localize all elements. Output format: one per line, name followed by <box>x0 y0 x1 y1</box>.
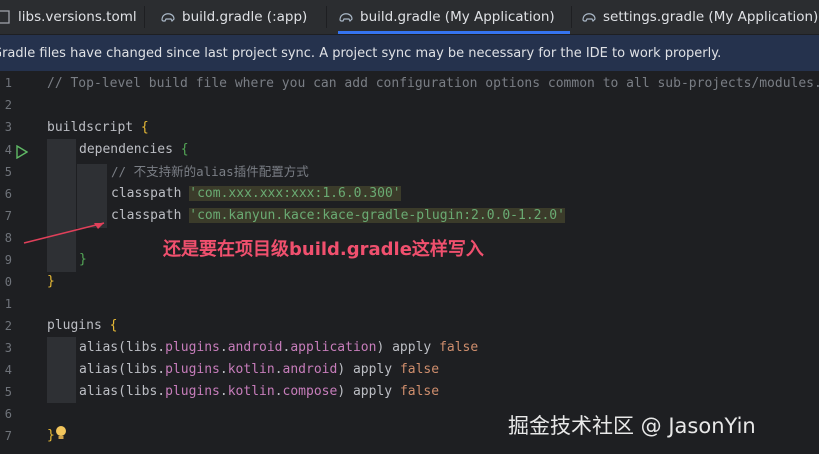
tab-separator <box>144 6 145 28</box>
gradle-elephant-icon <box>338 9 354 25</box>
code-token: . <box>219 340 228 355</box>
line-number: 5 <box>4 165 12 179</box>
plugins-keyword: plugins <box>47 318 102 333</box>
line-number: 7 <box>4 429 12 443</box>
code-line-buildscript: buildscript { <box>47 120 149 135</box>
tab-label: build.gradle (:app) <box>182 9 308 25</box>
annotation-arrow <box>23 222 105 244</box>
gradle-elephant-icon <box>581 9 597 25</box>
code-token: android <box>282 362 338 377</box>
code-line-comment: // Top-level build file where you can ad… <box>47 76 819 91</box>
line-number: 1 <box>4 297 12 311</box>
run-icon[interactable] <box>16 144 29 163</box>
line-number: 7 <box>4 209 12 223</box>
code-token: application <box>290 340 377 355</box>
code-token: kotlin <box>227 362 275 377</box>
code-line-plugins: plugins { <box>47 318 118 333</box>
code-token: alias(libs. <box>79 384 166 399</box>
classpath-string: 'com.xxx.xxx:xxx:1.6.0.300' <box>189 186 401 201</box>
code-token: plugins <box>165 384 220 399</box>
code-line-comment-cn: // 不支持新的alias插件配置方式 <box>111 164 309 179</box>
code-line-close-plugins: } <box>47 428 55 443</box>
tab-separator <box>326 6 327 28</box>
code-token: false <box>399 384 440 399</box>
tab-libs-versions-toml[interactable]: libs.versions.toml <box>0 0 137 34</box>
dependencies-keyword: dependencies <box>79 142 173 157</box>
code-line-alias-3: alias(libs.plugins.kotlin.compose) apply… <box>79 381 439 403</box>
code-token: kotlin <box>227 384 275 399</box>
code-token: . <box>219 362 228 377</box>
line-number: 9 <box>4 253 12 267</box>
line-number: 6 <box>4 187 12 201</box>
tab-separator <box>571 6 572 28</box>
code-line-classpath-2: classpath 'com.kanyun.kace:kace-gradle-p… <box>111 205 565 227</box>
line-number: 4 <box>4 143 12 157</box>
line-number: 3 <box>4 120 12 134</box>
code-line-classpath-1: classpath 'com.xxx.xxx:xxx:1.6.0.300' <box>111 183 401 205</box>
classpath-string: 'com.kanyun.kace:kace-gradle-plugin:2.0.… <box>189 208 565 223</box>
line-number: 2 <box>4 319 12 333</box>
gradle-elephant-icon <box>160 9 176 25</box>
code-token: ) apply <box>337 384 400 399</box>
buildscript-keyword: buildscript <box>47 120 134 135</box>
line-number: 2 <box>4 98 12 112</box>
code-token: ) apply <box>337 362 400 377</box>
tab-label: settings.gradle (My Application) <box>603 9 819 25</box>
line-number: 6 <box>4 407 12 421</box>
toml-file-icon <box>0 9 12 25</box>
code-token: . <box>219 384 228 399</box>
sync-notification-banner: Gradle files have changed since last pro… <box>0 35 819 71</box>
code-token: plugins <box>165 362 220 377</box>
indent-guide <box>47 139 76 272</box>
tab-label: libs.versions.toml <box>18 9 137 25</box>
line-number: 5 <box>4 385 12 399</box>
editor-tab-bar: libs.versions.toml build.gradle (:app) b… <box>0 0 819 35</box>
code-line-close-buildscript: } <box>47 274 55 289</box>
indent-guide <box>47 337 76 403</box>
code-token: . <box>274 362 283 377</box>
code-token: . <box>274 384 283 399</box>
line-number: 4 <box>4 363 12 377</box>
classpath-keyword: classpath <box>111 186 182 201</box>
code-token: alias(libs. <box>79 340 166 355</box>
tab-build-gradle-app[interactable]: build.gradle (:app) <box>160 0 325 34</box>
code-line-close-dependencies: } <box>79 252 87 267</box>
code-token: android <box>227 340 283 355</box>
line-number: 3 <box>4 341 12 355</box>
code-token: alias(libs. <box>79 362 166 377</box>
line-number: 1 <box>4 76 12 90</box>
watermark: 掘金技术社区 @ JasonYin <box>508 414 756 438</box>
code-token: plugins <box>165 340 220 355</box>
annotation-text: 还是要在项目级build.gradle这样写入 <box>163 239 484 260</box>
tab-settings-gradle[interactable]: settings.gradle (My Application) <box>581 0 819 34</box>
code-token: false <box>439 340 479 355</box>
tab-build-gradle-my-application[interactable]: build.gradle (My Application) <box>338 0 570 34</box>
lightbulb-icon[interactable] <box>55 425 67 445</box>
classpath-keyword: classpath <box>111 208 182 223</box>
line-number: 0 <box>4 275 12 289</box>
code-line-alias-1: alias(libs.plugins.android.application) … <box>79 337 478 359</box>
code-token: false <box>399 362 440 377</box>
code-token: compose <box>282 384 338 399</box>
code-token: ) apply <box>376 340 440 355</box>
banner-text: Gradle files have changed since last pro… <box>0 45 722 61</box>
tab-label: build.gradle (My Application) <box>360 9 555 25</box>
code-line-alias-2: alias(libs.plugins.kotlin.android) apply… <box>79 359 439 381</box>
code-line-dependencies: dependencies { <box>79 142 189 157</box>
code-editor[interactable]: 1 2 3 4 5 6 7 8 9 0 1 2 3 4 5 6 7 // Top… <box>0 71 819 454</box>
line-number: 8 <box>4 231 12 245</box>
